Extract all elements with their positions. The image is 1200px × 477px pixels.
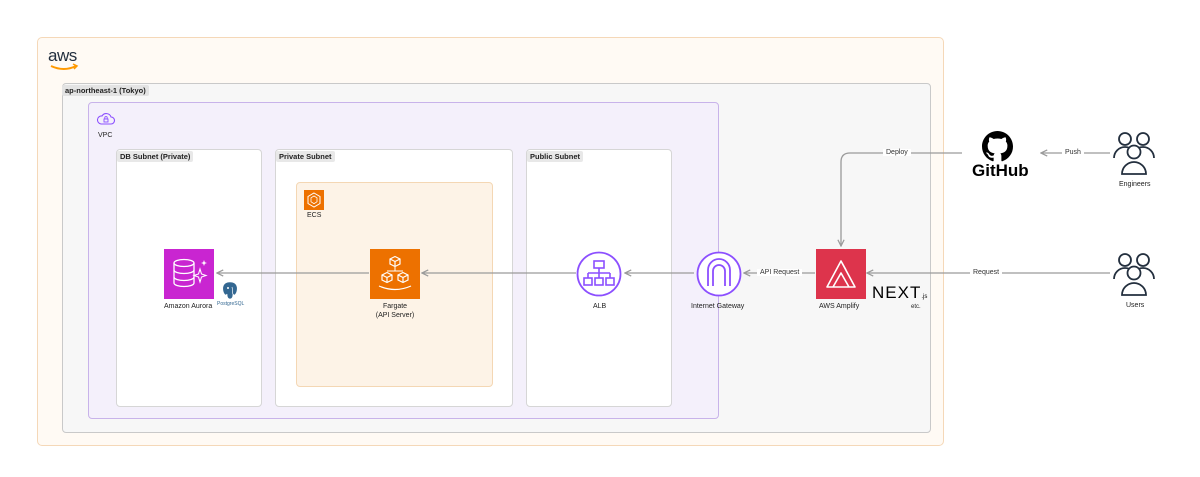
request-label: Request — [970, 269, 1003, 276]
fargate-label-line2: (API Server) — [375, 312, 415, 319]
fargate-icon[interactable] — [370, 249, 420, 304]
amplify-icon[interactable] — [816, 249, 866, 304]
nextjs-logo: NEXT.js — [872, 283, 927, 303]
edge-github-to-amplify — [841, 152, 962, 246]
users-label: Users — [1126, 302, 1145, 309]
engineers-icon[interactable] — [1110, 128, 1158, 181]
alb-icon[interactable] — [575, 250, 623, 303]
nextjs-logo-text: NEXT — [872, 283, 922, 302]
nextjs-logo-suffix: .js — [921, 294, 928, 300]
push-label: Push — [1062, 149, 1084, 156]
internet-gateway-label: Internet Gateway — [691, 303, 745, 310]
engineers-label: Engineers — [1119, 181, 1151, 188]
nextjs-etc-label: etc. — [911, 304, 921, 310]
deploy-label: Deploy — [883, 149, 911, 156]
users-icon[interactable] — [1110, 249, 1158, 302]
fargate-label: Fargate (API Server) — [345, 302, 445, 320]
alb-label: ALB — [593, 303, 607, 310]
internet-gateway-icon[interactable] — [695, 250, 743, 303]
aurora-icon[interactable] — [164, 249, 214, 304]
aurora-label: Amazon Aurora — [164, 303, 213, 310]
postgresql-label: PostgreSQL — [217, 301, 245, 307]
github-wordmark: GitHub — [972, 161, 1029, 180]
amplify-label: AWS Amplify — [819, 303, 860, 310]
connectors — [0, 0, 1110, 477]
fargate-label-line1: Fargate — [382, 303, 408, 310]
api-request-label: API Request — [757, 269, 803, 276]
